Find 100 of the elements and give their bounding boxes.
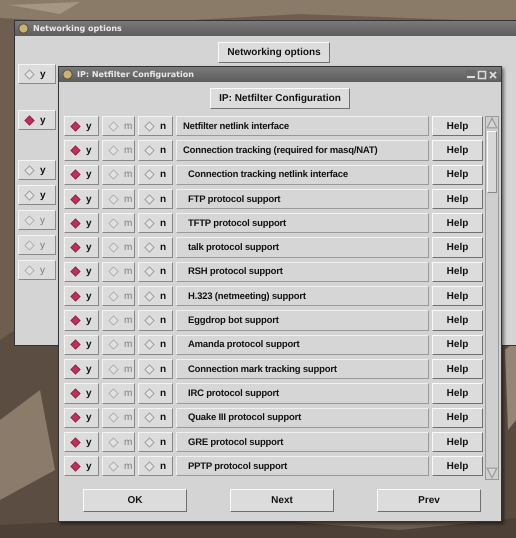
diamond-icon xyxy=(70,242,81,254)
diamond-icon xyxy=(144,460,155,472)
help-button[interactable]: Help xyxy=(432,432,483,452)
option-label: Eggdrop bot support xyxy=(176,310,429,331)
radio-button[interactable]: n xyxy=(138,213,173,234)
window-menu-icon[interactable] xyxy=(62,69,73,80)
minimize-icon[interactable] xyxy=(466,70,476,80)
radio-button[interactable]: y xyxy=(64,286,99,306)
help-button[interactable]: Help xyxy=(432,237,483,258)
diamond-icon xyxy=(144,339,155,350)
option-label: Amanda protocol support xyxy=(176,334,429,355)
diamond-icon xyxy=(70,290,81,302)
radio-button[interactable]: n xyxy=(138,408,173,428)
diamond-icon xyxy=(144,242,155,254)
help-button[interactable]: Help xyxy=(432,383,483,404)
radio-button[interactable]: y xyxy=(64,116,99,136)
diamond-icon xyxy=(108,364,119,375)
option-label: Netfilter netlink interface xyxy=(176,116,429,136)
section-button[interactable]: IP: Netfilter Configuration xyxy=(210,88,350,109)
option-label: PPTP protocol support xyxy=(176,456,429,476)
radio-button[interactable]: y xyxy=(18,110,56,130)
option-label: H.323 (netmeeting) support xyxy=(176,286,429,306)
dialog-button[interactable]: OK xyxy=(83,489,187,512)
dialog-button[interactable]: Prev xyxy=(377,489,481,512)
radio-button[interactable]: n xyxy=(138,334,173,355)
option-label: RSH protocol support xyxy=(176,262,429,282)
option-label: IRC protocol support xyxy=(176,383,429,404)
section-button[interactable]: Networking options xyxy=(218,42,330,63)
radio-button[interactable]: n xyxy=(138,456,173,476)
help-button[interactable]: Help xyxy=(432,140,483,161)
diamond-icon xyxy=(108,169,119,180)
diamond-icon xyxy=(108,436,119,448)
help-button[interactable]: Help xyxy=(432,164,483,185)
diamond-icon xyxy=(144,218,155,229)
radio-button[interactable]: n xyxy=(138,164,173,185)
radio-button[interactable]: n xyxy=(138,116,173,136)
help-button[interactable]: Help xyxy=(432,188,483,210)
diamond-icon xyxy=(108,194,119,205)
help-button[interactable]: Help xyxy=(432,334,483,355)
radio-button[interactable]: n xyxy=(138,286,173,306)
radio-button[interactable]: n xyxy=(138,358,173,380)
radio-button[interactable]: n xyxy=(138,140,173,161)
help-button[interactable]: Help xyxy=(432,116,483,136)
diamond-icon xyxy=(70,194,81,205)
radio-button[interactable]: n xyxy=(138,383,173,404)
window-menu-icon[interactable] xyxy=(18,23,29,34)
radio-button[interactable]: y xyxy=(64,432,99,452)
radio-button[interactable]: y xyxy=(64,383,99,404)
help-button[interactable]: Help xyxy=(432,310,483,331)
radio-button[interactable]: n xyxy=(138,188,173,210)
radio-button[interactable]: y xyxy=(64,262,99,282)
radio-button[interactable]: y xyxy=(64,358,99,380)
diamond-icon xyxy=(24,214,35,226)
diamond-icon xyxy=(108,242,119,254)
radio-button[interactable]: y xyxy=(64,213,99,234)
radio-button[interactable]: n xyxy=(138,432,173,452)
radio-button[interactable]: n xyxy=(138,310,173,331)
radio-button[interactable]: y xyxy=(64,310,99,331)
diamond-icon xyxy=(70,120,81,132)
diamond-icon xyxy=(108,388,119,399)
diamond-icon xyxy=(70,218,81,229)
radio-button[interactable]: y xyxy=(64,237,99,258)
option-label: Quake III protocol support xyxy=(176,408,429,428)
window-title: Networking options xyxy=(33,24,122,33)
diamond-icon xyxy=(70,169,81,180)
diamond-icon xyxy=(144,388,155,399)
diamond-icon xyxy=(108,290,119,302)
window-title: IP: Netfilter Configuration xyxy=(77,70,194,79)
radio-button[interactable]: y xyxy=(18,160,56,180)
radio-button[interactable]: y xyxy=(64,188,99,210)
maximize-icon[interactable] xyxy=(477,70,487,80)
radio-button[interactable]: y xyxy=(64,408,99,428)
option-label: talk protocol support xyxy=(176,237,429,258)
radio-button[interactable]: n xyxy=(138,237,173,258)
radio-button[interactable]: y xyxy=(64,456,99,476)
diamond-icon xyxy=(144,436,155,448)
help-button[interactable]: Help xyxy=(432,286,483,306)
radio-button[interactable]: n xyxy=(138,262,173,282)
diamond-icon xyxy=(144,194,155,205)
help-button[interactable]: Help xyxy=(432,408,483,428)
radio-button[interactable]: y xyxy=(18,64,56,84)
diamond-icon xyxy=(70,436,81,448)
option-label: TFTP protocol support xyxy=(176,213,429,234)
radio-button[interactable]: y xyxy=(64,334,99,355)
scrollbar-thumb[interactable] xyxy=(487,131,497,193)
diamond-icon xyxy=(108,218,119,229)
option-label: Connection tracking (required for masq/NAT) xyxy=(176,140,429,161)
help-button[interactable]: Help xyxy=(432,456,483,476)
radio-button[interactable]: y xyxy=(64,164,99,185)
diamond-icon xyxy=(144,315,155,326)
close-icon[interactable] xyxy=(488,70,498,80)
scrollbar[interactable] xyxy=(485,116,499,480)
radio-button[interactable]: y xyxy=(18,185,56,205)
radio-button[interactable]: y xyxy=(64,140,99,161)
help-button[interactable]: Help xyxy=(432,358,483,380)
dialog-button[interactable]: Next xyxy=(230,489,334,512)
diamond-icon xyxy=(144,144,155,156)
help-button[interactable]: Help xyxy=(432,213,483,234)
diamond-icon xyxy=(24,114,35,126)
help-button[interactable]: Help xyxy=(432,262,483,282)
